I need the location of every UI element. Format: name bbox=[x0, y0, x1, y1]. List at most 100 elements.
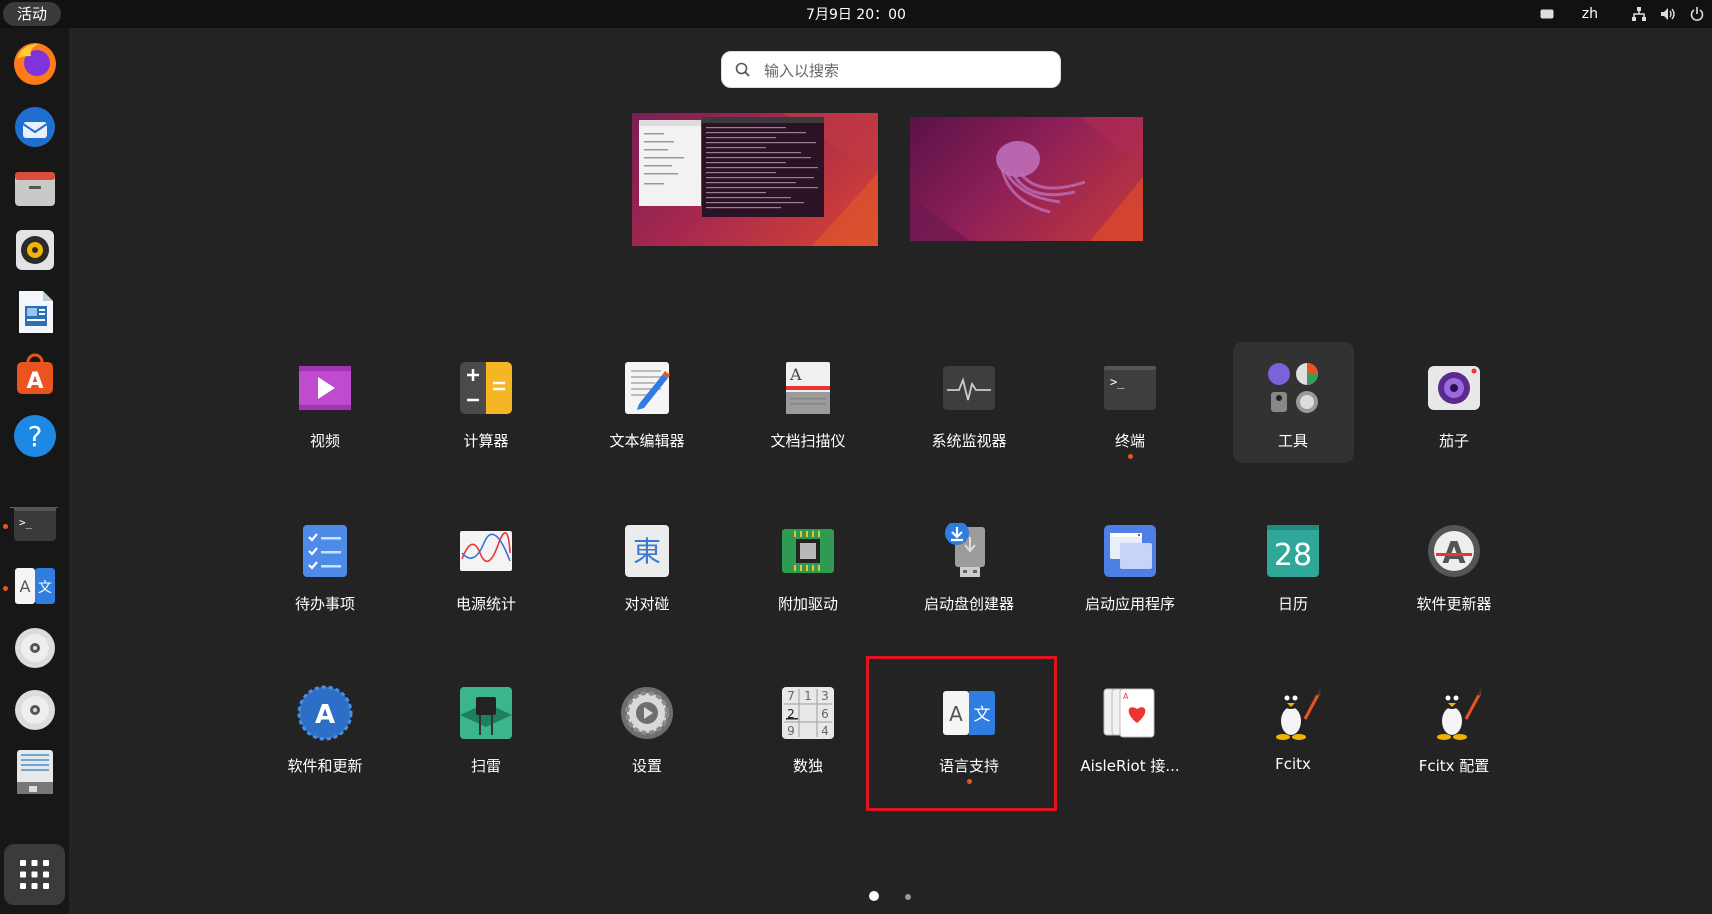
app-text-editor[interactable]: 文本编辑器 bbox=[572, 348, 722, 468]
svg-text:3: 3 bbox=[821, 689, 829, 703]
mahjong-tile-icon: 東 bbox=[625, 525, 669, 577]
app-label: 待办事项 bbox=[294, 595, 355, 613]
firefox-icon[interactable] bbox=[9, 38, 61, 90]
app-label: 工具 bbox=[1277, 432, 1308, 450]
thunderbird-icon[interactable] bbox=[9, 100, 61, 152]
app-folder-tools[interactable]: 工具 bbox=[1218, 348, 1368, 468]
app-label: 语言支持 bbox=[938, 757, 999, 775]
help-icon[interactable]: ? bbox=[9, 410, 61, 462]
top-bar: 活动 7月9日 20：00 zh bbox=[0, 0, 1712, 28]
startup-apps-icon bbox=[1104, 525, 1156, 577]
app-label: Fcitx 配置 bbox=[1418, 757, 1490, 775]
app-label: 计算器 bbox=[463, 432, 509, 450]
app-power-statistics[interactable]: 电源统计 bbox=[411, 511, 561, 631]
running-indicator bbox=[967, 779, 972, 784]
terminal-icon[interactable]: >_ bbox=[9, 498, 61, 550]
jellyfish-wallpaper bbox=[910, 117, 1143, 241]
app-videos[interactable]: 视频 bbox=[250, 348, 400, 468]
app-fcitx[interactable]: Fcitx bbox=[1218, 673, 1368, 793]
app-fcitx-config[interactable]: Fcitx 配置 bbox=[1379, 673, 1529, 793]
svg-text:1: 1 bbox=[804, 689, 812, 703]
grid-icon bbox=[20, 860, 49, 889]
workspace-thumbnail[interactable] bbox=[910, 117, 1143, 241]
language-support-icon[interactable]: A文 bbox=[9, 560, 61, 612]
svg-text:A: A bbox=[949, 702, 963, 726]
video-icon bbox=[299, 366, 351, 410]
app-settings[interactable]: 设置 bbox=[572, 673, 722, 793]
input-language-indicator[interactable]: zh bbox=[1582, 6, 1598, 22]
app-label: 视频 bbox=[309, 432, 340, 450]
app-label: 文档扫描仪 bbox=[770, 432, 846, 450]
activities-button[interactable]: 活动 bbox=[3, 2, 62, 26]
app-terminal[interactable]: >_ 终端 bbox=[1055, 348, 1205, 468]
files-icon[interactable] bbox=[9, 162, 61, 214]
scanner-icon: A bbox=[786, 362, 830, 414]
app-label: 数独 bbox=[792, 757, 823, 775]
app-todo[interactable]: 待办事项 bbox=[250, 511, 400, 631]
app-mahjongg[interactable]: 東 对对碰 bbox=[572, 511, 722, 631]
system-tray[interactable]: zh bbox=[1540, 0, 1704, 28]
app-label: 终端 bbox=[1114, 432, 1145, 450]
search-input[interactable] bbox=[762, 52, 1046, 89]
app-label: 文本编辑器 bbox=[609, 432, 685, 450]
rhythmbox-icon[interactable] bbox=[9, 224, 61, 276]
libreoffice-writer-icon[interactable] bbox=[9, 286, 61, 338]
app-label: 软件更新器 bbox=[1416, 595, 1492, 613]
kanji-glyph: 東 bbox=[633, 535, 661, 568]
app-label: 启动盘创建器 bbox=[923, 595, 1014, 613]
drive-icon[interactable] bbox=[9, 746, 61, 798]
svg-text:A: A bbox=[26, 369, 43, 394]
svg-text:4: 4 bbox=[821, 724, 829, 738]
app-calendar[interactable]: 28 日历 bbox=[1218, 511, 1368, 631]
power-icon[interactable] bbox=[1690, 7, 1704, 21]
app-calculator[interactable]: 计算器 bbox=[411, 348, 561, 468]
volume-icon[interactable] bbox=[1660, 7, 1676, 21]
todo-icon bbox=[303, 525, 347, 577]
keyboard-icon[interactable] bbox=[1540, 9, 1554, 19]
app-label: 附加驱动 bbox=[777, 595, 838, 613]
app-label: 对对碰 bbox=[624, 595, 670, 613]
penguin-icon bbox=[1436, 688, 1482, 740]
network-icon[interactable] bbox=[1632, 7, 1646, 21]
chip-icon bbox=[782, 529, 834, 573]
app-startup-disk-creator[interactable]: 启动盘创建器 bbox=[894, 511, 1044, 631]
app-label: 日历 bbox=[1277, 595, 1308, 613]
disc-icon[interactable] bbox=[9, 684, 61, 736]
page-indicator-active[interactable] bbox=[869, 891, 879, 901]
app-center-icon[interactable]: A bbox=[9, 348, 61, 400]
show-apps-button[interactable] bbox=[4, 844, 65, 905]
svg-text:9: 9 bbox=[787, 724, 795, 738]
workspace-thumbnail[interactable] bbox=[632, 113, 878, 246]
language-support-icon: A文 bbox=[943, 691, 995, 735]
app-system-monitor[interactable]: 系统监视器 bbox=[894, 348, 1044, 468]
app-software-updater[interactable]: A 软件更新器 bbox=[1379, 511, 1529, 631]
app-label: 设置 bbox=[631, 757, 662, 775]
running-indicator bbox=[3, 586, 8, 591]
terminal-icon: >_ bbox=[1104, 366, 1156, 410]
app-label: 启动应用程序 bbox=[1084, 595, 1175, 613]
app-language-support[interactable]: A文 语言支持 bbox=[894, 673, 1044, 793]
page-indicator[interactable] bbox=[905, 894, 911, 900]
clock[interactable]: 7月9日 20：00 bbox=[0, 0, 1712, 28]
app-aisleriot[interactable]: A AisleRiot 接... bbox=[1055, 673, 1205, 793]
app-software-properties[interactable]: A 软件和更新 bbox=[250, 673, 400, 793]
app-label: 扫雷 bbox=[470, 757, 501, 775]
sudoku-grid-icon: 7 1 32 69 4 bbox=[782, 687, 834, 739]
svg-text:文: 文 bbox=[38, 580, 52, 596]
app-cheese[interactable]: 茄子 bbox=[1379, 348, 1529, 468]
search-bar[interactable] bbox=[721, 51, 1061, 89]
app-sudoku[interactable]: 7132694 数独 bbox=[733, 673, 883, 793]
app-startup-applications[interactable]: 启动应用程序 bbox=[1055, 511, 1205, 631]
app-additional-drivers[interactable]: 附加驱动 bbox=[733, 511, 883, 631]
app-label: 电源统计 bbox=[455, 595, 516, 613]
penguin-icon bbox=[1275, 688, 1321, 740]
running-indicator bbox=[1128, 454, 1133, 459]
usb-drive-icon bbox=[945, 523, 985, 577]
app-label: 系统监视器 bbox=[931, 432, 1007, 450]
svg-text:>_: >_ bbox=[19, 516, 33, 529]
app-mines[interactable]: 扫雷 bbox=[411, 673, 561, 793]
app-document-scanner[interactable]: A 文档扫描仪 bbox=[733, 348, 883, 468]
disc-icon[interactable] bbox=[9, 622, 61, 674]
svg-text:A: A bbox=[315, 700, 335, 730]
software-properties-icon: A bbox=[297, 685, 353, 741]
